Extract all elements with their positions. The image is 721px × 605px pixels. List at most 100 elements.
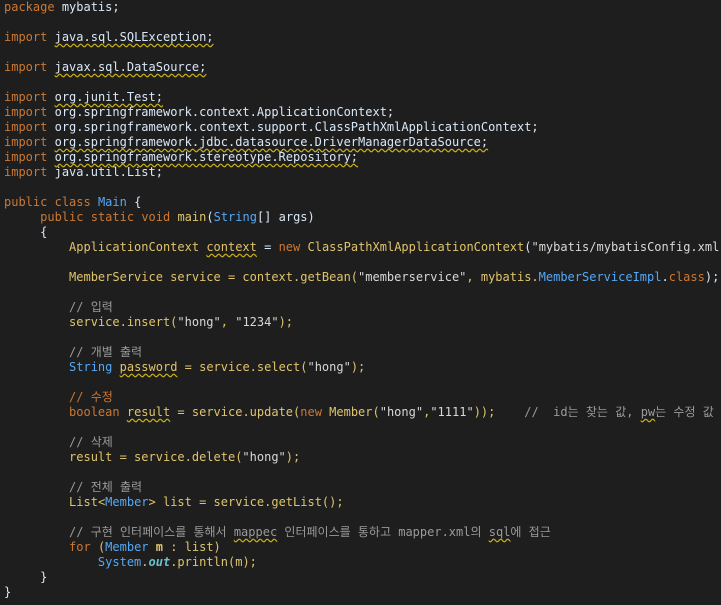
code-line: ApplicationContext context = new ClassPa… [0,240,721,255]
variable: m [148,540,163,554]
keyword: import [4,135,48,149]
type-name: ApplicationContext [69,240,200,254]
variable: result [126,405,171,419]
import-path: java.util.List; [54,165,163,179]
import-path: org.junit.Test; [54,90,163,104]
code-line: MemberService service = context.getBean(… [0,270,721,285]
type-name: Member [105,495,149,509]
code-line: // 수정 [0,390,721,405]
type-name: List [69,495,98,509]
brace: } [40,570,48,584]
brace: { [134,195,142,209]
code-text: > list = service.getList(); [148,495,344,509]
code-line: // 개별 출력 [0,345,721,360]
code-text: service.insert( [69,315,178,329]
code-text: ); [285,450,301,464]
brace: } [4,585,12,599]
comment: // 구현 인터페이스를 통해서 [69,525,234,539]
keyword: import [4,30,48,44]
code-line: String password = service.select("hong")… [0,360,721,375]
code-line: service.insert("hong", "1234"); [0,315,721,330]
code-text: )); [473,405,496,419]
import-path: org.springframework.context.support.Clas… [54,120,539,134]
method-name: main [177,210,207,224]
keyword: static [90,210,135,224]
import-path: org.springframework.stereotype.Repositor… [54,150,359,164]
variable: password [119,360,178,374]
keyword: package [4,0,55,14]
variable: context [206,240,257,254]
keyword: public [4,195,48,209]
code-line: } [0,585,721,600]
keyword: for [69,540,91,554]
string-literal: "1111" [430,405,474,419]
type-name: Member( [321,405,380,419]
string-literal: "1234" [235,315,279,329]
punct: = [256,240,279,254]
type-name: ClassPathXmlApplicationContext [307,240,525,254]
string-literal: "hong" [379,405,424,419]
code-editor[interactable]: package mybatis; import java.sql.SQLExce… [0,0,721,605]
type-name: MemberService [69,270,163,284]
type-name: String [213,210,257,224]
type-name: Member [105,540,149,554]
comment: pw [640,405,656,419]
comment: // 삭제 [69,435,113,449]
code-line: import org.springframework.context.suppo… [0,120,721,135]
code-line: public static void main(String[] args) [0,210,721,225]
code-text: ( [90,540,106,554]
keyword: public [40,210,84,224]
code-line: import org.springframework.stereotype.Re… [0,150,721,165]
code-text: , mybatis. [466,270,539,284]
comment: // 입력 [69,300,113,314]
code-line: import org.springframework.jdbc.datasour… [0,135,721,150]
code-line: } [0,570,721,585]
keyword: class [54,195,91,209]
keyword: import [4,90,48,104]
keyword: boolean [69,405,120,419]
field-name: out [148,555,171,569]
punct: . [661,270,669,284]
keyword: void [141,210,171,224]
code-line: System.out.println(m); [0,555,721,570]
code-line: for (Member m : list) [0,540,721,555]
comment: sql [488,525,511,539]
string-literal: "hong" [177,315,221,329]
brace: { [40,225,48,239]
code-line: // 삭제 [0,435,721,450]
string-literal: "hong" [242,450,286,464]
code-line: package mybatis; [0,0,721,15]
punct: [] args) [256,210,315,224]
code-text: = service.update( [170,405,301,419]
code-line: List<Member> list = service.getList(); [0,495,721,510]
comment: // id는 찾는 값, [524,405,641,419]
punct: ); [704,270,720,284]
string-literal: "mybatis/mybatisConfig.xml" [531,240,721,254]
import-path: java.sql.SQLException; [54,30,214,44]
code-text: , [220,315,236,329]
code-text: result = service.delete( [69,450,243,464]
code-text: ); [350,360,366,374]
code-text: service = context.getBean( [162,270,359,284]
keyword: // 수정 [69,390,113,404]
code-text: ); [278,315,294,329]
code-line: // 전체 출력 [0,480,721,495]
code-line: // 구현 인터페이스를 통해서 mappec 인터페이스를 통하고 mappe… [0,525,721,540]
code-line: { [0,225,721,240]
type-name: MemberServiceImpl [538,270,662,284]
comment: 에 접근 [510,525,551,539]
code-line: import org.springframework.context.Appli… [0,105,721,120]
code-line: import javax.sql.DataSource; [0,60,721,75]
keyword: import [4,165,48,179]
code-line: // 입력 [0,300,721,315]
keyword: import [4,105,48,119]
keyword: import [4,60,48,74]
